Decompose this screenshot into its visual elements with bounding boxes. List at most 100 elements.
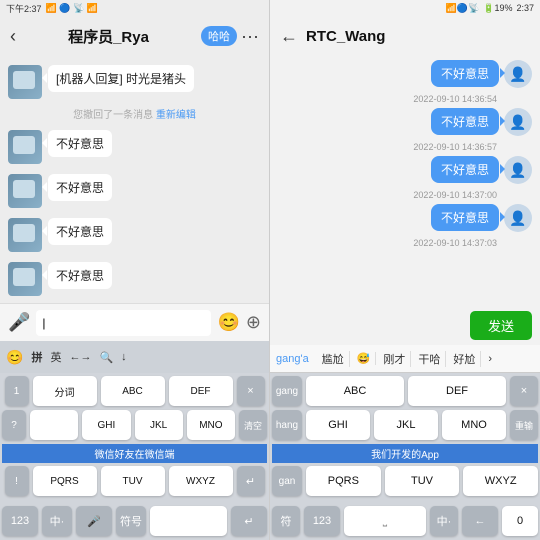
- key-1[interactable]: 1: [5, 376, 29, 406]
- suggestion-more[interactable]: ›: [483, 353, 497, 365]
- r-key-tuv[interactable]: TUV: [385, 466, 460, 496]
- key-abc[interactable]: ABC: [101, 376, 165, 406]
- kb-toolbar: 😊 拼 英 ←→ 🔍 ↓: [0, 341, 269, 373]
- table-row: 不好意思 👤: [278, 60, 532, 88]
- key-backspace[interactable]: ×: [237, 376, 265, 406]
- message-bubble-out: 不好意思: [431, 204, 499, 231]
- add-icon[interactable]: ⊕: [246, 312, 261, 333]
- suggestion-emoji[interactable]: 😅: [352, 352, 377, 365]
- key-123[interactable]: 123: [2, 506, 38, 536]
- right-kb-row-1: gang ABC DEF ×: [272, 376, 538, 406]
- key-enter[interactable]: ↵: [237, 466, 265, 496]
- kb-toolbar-down[interactable]: ↓: [121, 351, 127, 363]
- more-icon[interactable]: ···: [241, 26, 259, 47]
- kb-toolbar-move[interactable]: ←→: [69, 351, 91, 363]
- key-jkl[interactable]: JKL: [135, 410, 183, 440]
- suggestion-haoga[interactable]: 好尬: [448, 351, 481, 367]
- r-key-hang[interactable]: hang: [272, 410, 302, 440]
- message-bubble: [机器人回复] 时光是猪头: [48, 65, 194, 92]
- suggestion-ganha[interactable]: 干哈: [413, 351, 446, 367]
- suggestion-ganga[interactable]: 尴尬: [317, 351, 350, 367]
- kb-row-2: ? GHI JKL MNO 清空: [2, 410, 267, 440]
- key-space[interactable]: [150, 506, 227, 536]
- right-kb-bottom-row: 符 123 ⎵ 中· ← 0: [270, 503, 540, 540]
- emoji-icon[interactable]: 😊: [217, 312, 239, 333]
- table-row: 不好意思 👤: [278, 108, 532, 136]
- kb-toolbar-pinyin[interactable]: 拼: [31, 349, 42, 365]
- key-pqrs[interactable]: PQRS: [33, 466, 97, 496]
- key-ghi[interactable]: GHI: [82, 410, 130, 440]
- r-key-abc[interactable]: ABC: [306, 376, 404, 406]
- kb-bottom-row: 123 中· 🎤 符号 ↵: [0, 503, 269, 540]
- send-button[interactable]: 发送: [470, 311, 532, 340]
- message-timestamp: 2022-09-10 14:37:03: [278, 238, 532, 248]
- kb-rows: 1 分词 ABC DEF × ? GHI JKL MNO 清空 微信好友在微信端…: [0, 373, 269, 503]
- haha-bubble[interactable]: 哈哈: [201, 26, 237, 46]
- key-wxyz[interactable]: WXYZ: [169, 466, 233, 496]
- voice-icon[interactable]: 🎤: [8, 312, 30, 333]
- r-key-lang[interactable]: 中·: [430, 506, 458, 536]
- kb-row-1: 1 分词 ABC DEF ×: [2, 376, 267, 406]
- kb-toolbar-english[interactable]: 英: [50, 349, 61, 365]
- r-key-enter[interactable]: ←: [462, 506, 498, 536]
- message-bubble: 不好意思: [48, 262, 112, 289]
- key-lang[interactable]: 中·: [42, 506, 72, 536]
- r-key-gang[interactable]: gang: [272, 376, 302, 406]
- kb-suggestions-row: gang'a 尴尬 😅 刚才 干哈 好尬 ›: [270, 345, 540, 373]
- key-mno[interactable]: MNO: [187, 410, 235, 440]
- avatar: [8, 262, 42, 296]
- left-status-time: 下午2:37: [6, 2, 42, 15]
- re-edit-link[interactable]: 重新编辑: [156, 110, 196, 121]
- kb-input-word: gang'a: [276, 353, 309, 365]
- r-key-backspace[interactable]: ×: [510, 376, 538, 406]
- message-bubble: 不好意思: [48, 174, 112, 201]
- key-empty[interactable]: [30, 410, 78, 440]
- key-fen-ci[interactable]: 分词: [33, 376, 97, 406]
- suggestion-gangcai[interactable]: 刚才: [378, 351, 411, 367]
- r-key-def[interactable]: DEF: [408, 376, 506, 406]
- avatar: 👤: [504, 204, 532, 232]
- avatar: [8, 65, 42, 99]
- r-key-wxyz[interactable]: WXYZ: [463, 466, 538, 496]
- table-row: [机器人回复] 时光是猪头: [0, 60, 269, 104]
- avatar: 👤: [504, 108, 532, 136]
- r-key-123[interactable]: 123: [304, 506, 340, 536]
- message-bubble-out: 不好意思: [431, 156, 499, 183]
- r-key-reset[interactable]: 重输: [510, 410, 538, 440]
- kb-row-3: ! PQRS TUV WXYZ ↵: [2, 466, 267, 496]
- r-key-zero[interactable]: 0: [502, 506, 538, 536]
- r-key-ghi[interactable]: GHI: [306, 410, 370, 440]
- kb-toolbar-emoji[interactable]: 😊: [6, 349, 23, 366]
- key-def[interactable]: DEF: [169, 376, 233, 406]
- right-back-icon[interactable]: ←: [280, 26, 298, 47]
- key-clear[interactable]: 清空: [239, 410, 267, 440]
- key-exclaim[interactable]: !: [5, 466, 29, 496]
- r-key-mno[interactable]: MNO: [442, 410, 506, 440]
- avatar: 👤: [504, 156, 532, 184]
- r-key-jkl[interactable]: JKL: [374, 410, 438, 440]
- table-row: 不好意思: [0, 125, 269, 169]
- message-timestamp: 2022-09-10 14:37:00: [278, 190, 532, 200]
- avatar: [8, 218, 42, 252]
- right-kb-rows: gang ABC DEF × hang GHI JKL MNO 重输 我们开发的…: [270, 373, 540, 503]
- key-return[interactable]: ↵: [231, 506, 267, 536]
- key-sym[interactable]: 符号: [116, 506, 146, 536]
- message-input[interactable]: [36, 310, 211, 336]
- message-bubble: 不好意思: [48, 218, 112, 245]
- key-mic[interactable]: 🎤: [76, 506, 112, 536]
- r-key-gan[interactable]: gan: [272, 466, 302, 496]
- right-kb-row-3: gan PQRS TUV WXYZ: [272, 466, 538, 496]
- r-key-pqrs[interactable]: PQRS: [306, 466, 381, 496]
- r-key-sym[interactable]: 符: [272, 506, 300, 536]
- kb-toolbar-search[interactable]: 🔍: [99, 351, 113, 364]
- left-chat-title: 程序员_Rya: [16, 26, 201, 47]
- right-chat-panel: 📶🔵📡 🔋19% 2:37 ← RTC_Wang 不好意思 👤 2022-09-…: [270, 0, 540, 540]
- table-row: 不好意思 👤: [278, 204, 532, 232]
- table-row: 不好意思: [0, 213, 269, 257]
- key-q[interactable]: ?: [2, 410, 26, 440]
- r-key-space[interactable]: ⎵: [344, 506, 426, 536]
- right-messages-list: 不好意思 👤 2022-09-10 14:36:54 不好意思 👤 2022-0…: [270, 54, 540, 306]
- table-row: 不好意思: [0, 257, 269, 301]
- left-chat-panel: 下午2:37 📶 🔵 📡 📶 ‹ 程序员_Rya 哈哈 ··· [机器人回复] …: [0, 0, 270, 540]
- key-tuv[interactable]: TUV: [101, 466, 165, 496]
